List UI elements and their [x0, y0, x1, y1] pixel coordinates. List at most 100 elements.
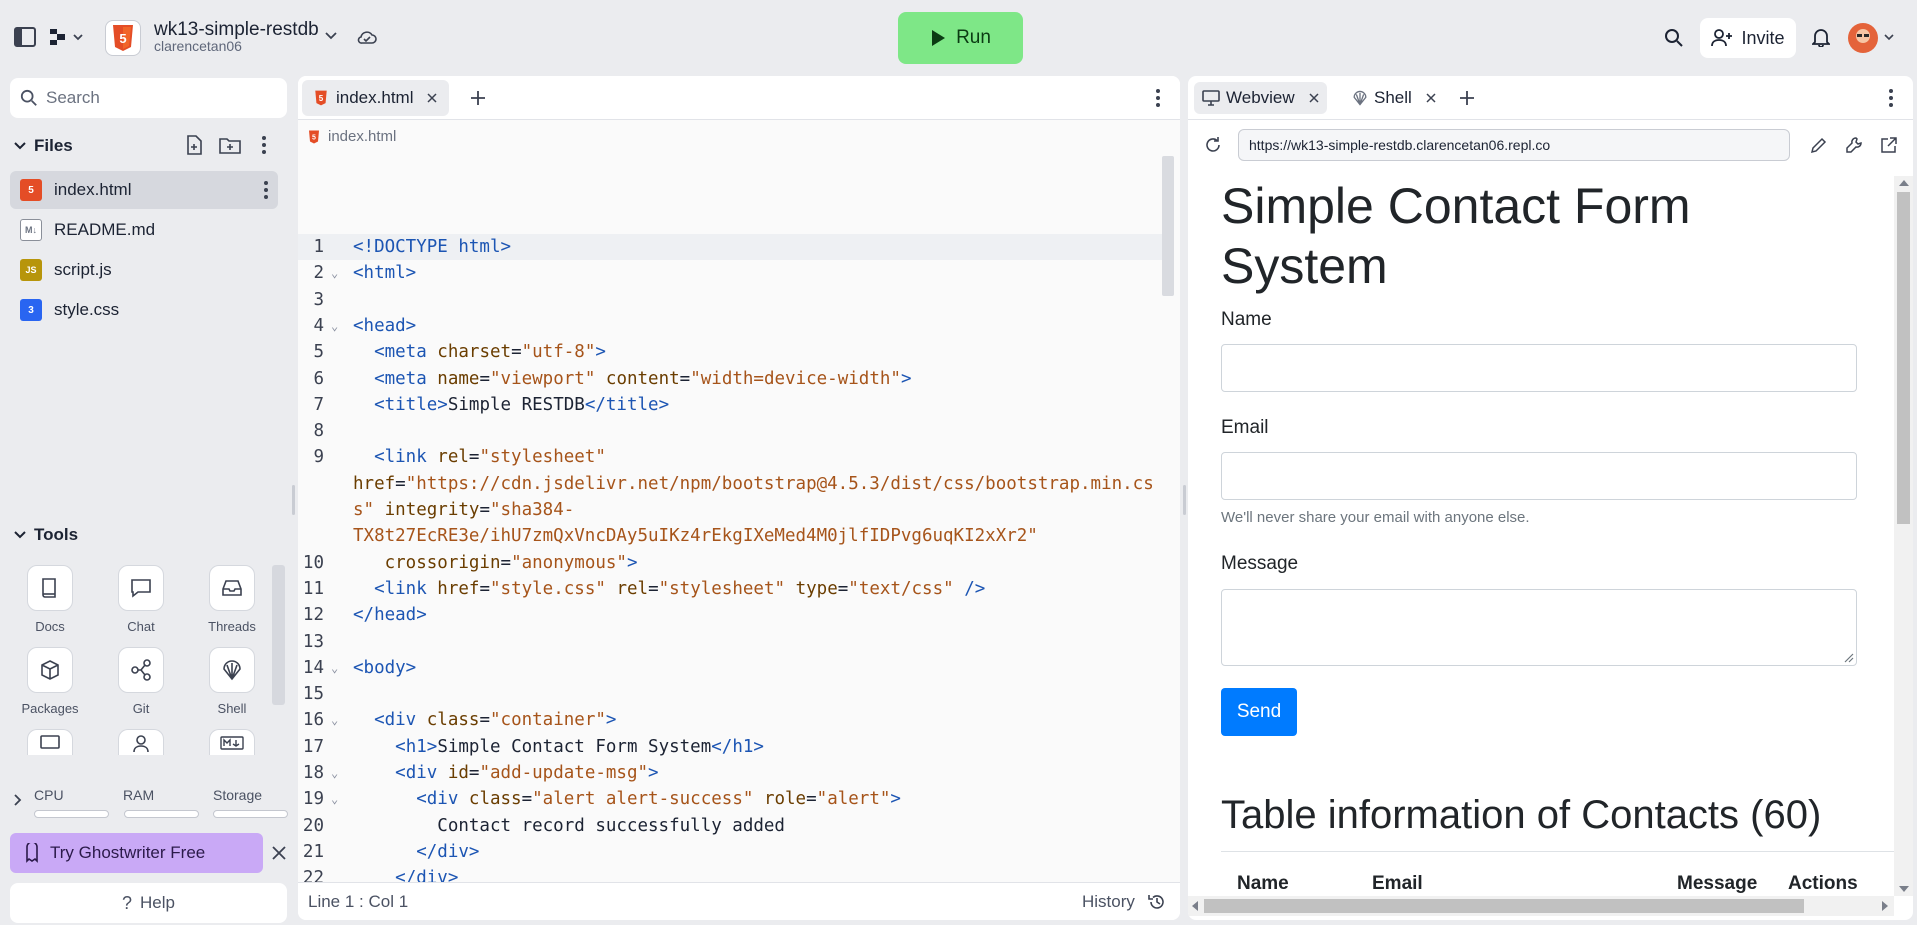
tool-docs[interactable]: Docs — [10, 565, 90, 634]
code-line[interactable]: 2 ⌄ <html> — [298, 260, 1168, 286]
scroll-thumb[interactable] — [1204, 899, 1804, 913]
code-line[interactable]: 8 — [298, 418, 1168, 444]
cursor-position[interactable]: Line 1 : Col 1 — [308, 892, 408, 912]
tool-markdown[interactable] — [192, 729, 272, 763]
file-item-index-html[interactable]: 5 index.html — [10, 171, 278, 209]
more-options-icon[interactable] — [264, 181, 268, 199]
tab-shell[interactable]: Shell — [1344, 82, 1444, 114]
avatar[interactable] — [1848, 23, 1878, 53]
code-line[interactable]: 12 </head> — [298, 602, 1168, 628]
history-label[interactable]: History — [1082, 892, 1135, 912]
close-icon[interactable] — [272, 846, 286, 860]
new-file-icon[interactable] — [185, 135, 203, 155]
code-line[interactable]: 5 <meta charset="utf-8"> — [298, 339, 1168, 365]
history-icon[interactable] — [1148, 893, 1166, 911]
tool-monitor[interactable] — [10, 729, 90, 763]
code-line[interactable]: 13 — [298, 629, 1168, 655]
code-line[interactable]: 18 ⌄ <div id="add-update-msg"> — [298, 760, 1168, 786]
send-button[interactable]: Send — [1221, 688, 1297, 736]
tool-shell[interactable]: Shell — [192, 647, 272, 716]
tool-chat[interactable]: Chat — [101, 565, 181, 634]
fold-chevron-icon[interactable]: ⌄ — [331, 707, 338, 733]
close-icon[interactable] — [427, 93, 438, 103]
scroll-thumb[interactable] — [1897, 192, 1910, 524]
help-button[interactable]: ? Help — [10, 883, 287, 923]
tool-git[interactable]: Git — [101, 647, 181, 716]
message-field[interactable] — [1221, 589, 1857, 666]
code-line[interactable]: 11 <link href="style.css" rel="styleshee… — [298, 576, 1168, 602]
tool-packages[interactable]: Packages — [10, 647, 90, 716]
fold-chevron-icon[interactable]: ⌄ — [331, 786, 338, 812]
search-input[interactable]: Search — [10, 78, 287, 118]
resize-handle[interactable] — [1183, 485, 1186, 515]
replit-logo-icon[interactable] — [48, 27, 84, 47]
webview-horizontal-scrollbar[interactable] — [1188, 896, 1894, 916]
more-options-icon[interactable] — [1889, 89, 1893, 107]
plus-icon[interactable] — [470, 90, 486, 106]
code-line[interactable]: s" integrity="sha384- — [298, 497, 1168, 523]
fold-chevron-icon[interactable]: ⌄ — [331, 260, 338, 286]
scroll-up-arrow[interactable] — [1899, 180, 1909, 186]
resize-handle[interactable] — [292, 485, 295, 515]
code-line[interactable]: 10 crossorigin="anonymous"> — [298, 550, 1168, 576]
code-line[interactable]: 17 <h1>Simple Contact Form System</h1> — [298, 734, 1168, 760]
code-line[interactable]: 4 ⌄ <head> — [298, 313, 1168, 339]
webview-vertical-scrollbar[interactable] — [1894, 176, 1913, 896]
wrench-icon[interactable] — [1845, 136, 1863, 154]
email-field[interactable] — [1221, 452, 1857, 500]
scroll-down-arrow[interactable] — [1899, 886, 1909, 892]
code-line[interactable]: TX8t27EcRE3e/ihU7zmQxVncDAy5uIKz4rEkgIXe… — [298, 523, 1168, 549]
sidebar-toggle-icon[interactable] — [14, 27, 36, 47]
tab-index-html[interactable]: 5 index.html — [302, 80, 450, 116]
breadcrumb-file[interactable]: index.html — [328, 128, 396, 145]
plus-icon[interactable] — [1459, 90, 1475, 106]
editor-scrollbar[interactable] — [1162, 156, 1174, 296]
run-button[interactable]: Run — [898, 12, 1023, 64]
file-item-readme-md[interactable]: M↓ README.md — [10, 211, 278, 249]
url-input[interactable]: https://wk13-simple-restdb.clarencetan06… — [1238, 129, 1790, 161]
search-icon[interactable] — [1664, 28, 1684, 48]
tools-section-header[interactable]: Tools — [14, 525, 78, 545]
code-line[interactable]: 15 — [298, 681, 1168, 707]
code-line[interactable]: href="https://cdn.jsdelivr.net/npm/boots… — [298, 471, 1168, 497]
code-line[interactable]: 1 <!DOCTYPE html> — [298, 234, 1168, 260]
invite-button[interactable]: Invite — [1700, 18, 1796, 58]
chevron-down-icon[interactable] — [325, 32, 337, 40]
code-line[interactable]: 14 ⌄ <body> — [298, 655, 1168, 681]
code-line[interactable]: 6 <meta name="viewport" content="width=d… — [298, 366, 1168, 392]
chevron-right-icon[interactable] — [14, 794, 22, 806]
fold-chevron-icon[interactable]: ⌄ — [331, 655, 338, 681]
more-options-icon[interactable] — [1156, 89, 1160, 107]
tool-threads[interactable]: Threads — [192, 565, 272, 634]
fold-chevron-icon[interactable]: ⌄ — [331, 760, 338, 786]
name-field[interactable] — [1221, 344, 1857, 392]
code-line[interactable]: 7 <title>Simple RESTDB</title> — [298, 392, 1168, 418]
reload-icon[interactable] — [1204, 136, 1222, 154]
new-folder-icon[interactable] — [219, 136, 241, 154]
bell-icon[interactable] — [1812, 27, 1830, 47]
external-link-icon[interactable] — [1880, 136, 1898, 154]
scroll-right-arrow[interactable] — [1882, 901, 1888, 911]
more-options-icon[interactable] — [262, 136, 266, 154]
close-icon[interactable] — [1426, 93, 1436, 103]
fold-chevron-icon[interactable]: ⌄ — [331, 313, 338, 339]
chevron-down-icon[interactable] — [1884, 34, 1894, 41]
code-line[interactable]: 20 Contact record successfully added — [298, 813, 1168, 839]
files-section-header[interactable]: Files — [14, 135, 284, 157]
resize-grip-icon[interactable] — [1844, 653, 1854, 663]
code-line[interactable]: 16 ⌄ <div class="container"> — [298, 707, 1168, 733]
tool-user[interactable] — [101, 729, 181, 763]
tools-scrollbar[interactable] — [272, 565, 285, 705]
code-line[interactable]: 19 ⌄ <div class="alert alert-success" rol… — [298, 786, 1168, 812]
tab-webview[interactable]: Webview — [1194, 82, 1327, 114]
code-line[interactable]: 21 </div> — [298, 839, 1168, 865]
code-line[interactable]: 3 — [298, 287, 1168, 313]
scroll-left-arrow[interactable] — [1192, 901, 1198, 911]
code-line[interactable]: 9 <link rel="stylesheet" — [298, 444, 1168, 470]
file-item-script-js[interactable]: JS script.js — [10, 251, 278, 289]
pencil-icon[interactable] — [1810, 136, 1828, 154]
cloud-sync-icon[interactable] — [356, 28, 378, 46]
close-icon[interactable] — [1309, 93, 1319, 103]
try-ghostwriter-button[interactable]: Try Ghostwriter Free — [10, 833, 263, 873]
file-item-style-css[interactable]: 3 style.css — [10, 291, 278, 329]
